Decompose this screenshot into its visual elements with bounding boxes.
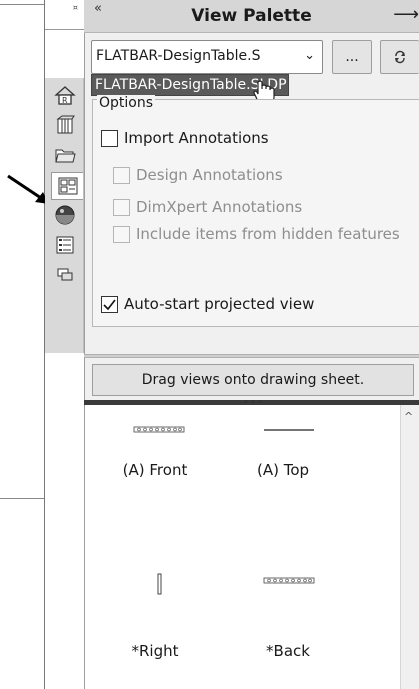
panel-title: View Palette — [191, 6, 312, 26]
front-view-thumbnail[interactable] — [133, 426, 185, 434]
vertical-scrollbar[interactable] — [400, 405, 419, 689]
back-view-thumbnail[interactable] — [263, 577, 315, 585]
dimxpert-annotations-checkbox[interactable] — [113, 199, 130, 216]
drag-views-button[interactable]: Drag views onto drawing sheet. — [92, 364, 414, 396]
pin-icon[interactable]: ⟶ — [393, 4, 419, 25]
view-label-front: (A) Front — [122, 461, 188, 479]
import-annotations-checkbox[interactable] — [101, 130, 118, 147]
view-label-right: *Right — [131, 642, 179, 660]
design-annotations-checkbox[interactable] — [113, 167, 130, 184]
drawing-line — [0, 498, 44, 499]
scroll-up-icon[interactable]: ^ — [404, 410, 413, 423]
drawing-area — [0, 0, 44, 689]
view-label-back: *Back — [266, 642, 310, 660]
view-palette-icon[interactable] — [51, 172, 83, 200]
view-label-top: (A) Top — [256, 461, 310, 479]
tab-strip: R — [45, 78, 84, 353]
document-combo[interactable]: FLATBAR-DesignTable.S ⌄ — [91, 40, 323, 74]
top-view-thumbnail[interactable] — [264, 428, 314, 432]
file-explorer-icon[interactable] — [52, 142, 78, 168]
appearances-icon[interactable] — [52, 202, 78, 228]
svg-text:R: R — [62, 96, 68, 105]
design-annotations-label: Design Annotations — [136, 166, 283, 184]
auto-start-label: Auto-start projected view — [124, 295, 315, 313]
right-view-thumbnail[interactable] — [157, 573, 163, 595]
panel-titlebar: « View Palette ⟶ — [84, 0, 419, 33]
options-label: Options — [97, 95, 156, 111]
design-library-icon[interactable] — [52, 112, 78, 138]
tab-column-header: ¤ — [45, 0, 84, 30]
document-combo-value: FLATBAR-DesignTable.S — [96, 48, 261, 64]
auto-start-checkbox[interactable] — [101, 296, 118, 313]
section-divider[interactable] — [84, 354, 419, 358]
hidden-features-label: Include items from hidden features — [136, 225, 400, 243]
forum-icon[interactable] — [52, 262, 78, 288]
chevron-down-icon[interactable]: ⌄ — [304, 48, 315, 63]
hidden-features-checkbox[interactable] — [113, 226, 130, 243]
dimxpert-annotations-label: DimXpert Annotations — [136, 198, 303, 216]
browse-button[interactable]: ... — [332, 40, 372, 74]
refresh-button[interactable] — [380, 40, 419, 74]
checkmark-icon — [103, 299, 116, 311]
drawing-border — [0, 4, 44, 5]
import-annotations-label: Import Annotations — [124, 129, 269, 147]
home-icon[interactable]: R — [52, 82, 78, 108]
custom-properties-icon[interactable] — [52, 232, 78, 258]
refresh-icon — [395, 50, 405, 64]
